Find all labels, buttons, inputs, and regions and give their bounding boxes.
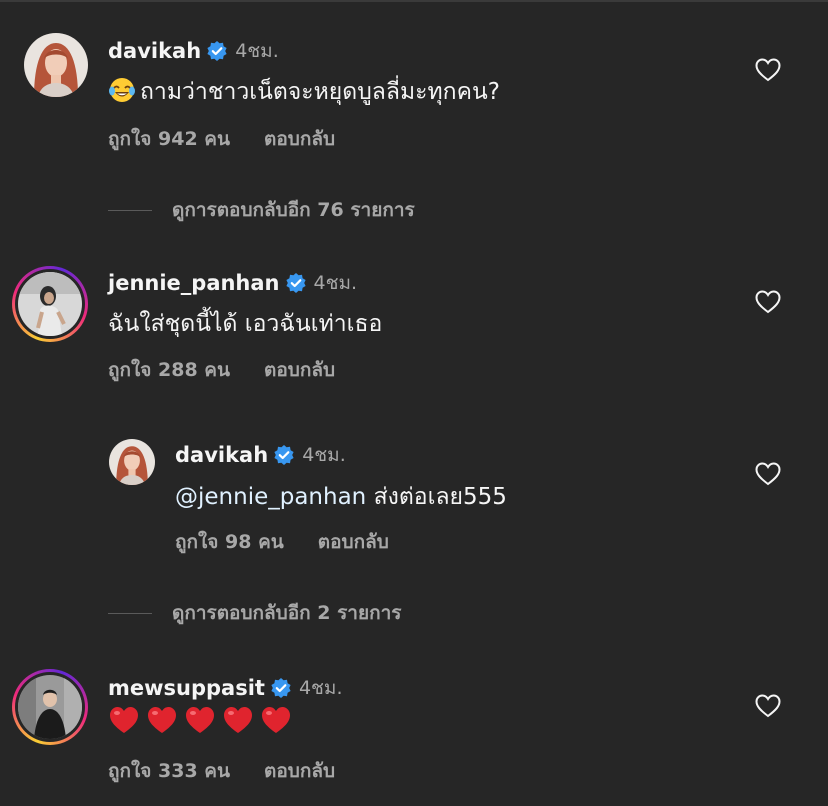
comment-text-body: ถามว่าชาวเน็ตจะหยุดบูลลี่มะทุกคน? [140,79,500,105]
verified-badge-icon [207,41,227,61]
timestamp: 4ชม. [302,444,346,466]
reply-button[interactable]: ตอบกลับ [264,124,335,154]
heart-icon[interactable] [755,462,781,486]
username[interactable]: davikah [175,443,268,467]
red-heart-emoji-icon [224,707,252,733]
avatar [18,675,82,739]
reply-button[interactable]: ตอบกลับ [264,756,335,786]
like-count[interactable]: ถูกใจ 333 คน [108,756,230,786]
top-divider [0,0,828,2]
laughing-tears-emoji-icon [109,78,135,102]
username[interactable]: jennie_panhan [108,271,280,295]
view-replies-label: ดูการตอบกลับอีก 2 รายการ [172,602,402,624]
reply-button[interactable]: ตอบกลับ [264,355,335,385]
timestamp: 4ชม. [313,272,358,294]
comment-text-body: ส่งต่อเลย555 [366,484,507,510]
timestamp: 4ชม. [298,677,343,699]
like-count[interactable]: ถูกใจ 942 คน [108,124,230,154]
username[interactable]: davikah [108,39,201,63]
red-heart-emoji-icon [110,707,138,733]
verified-badge-icon [271,678,291,698]
verified-badge-icon [285,273,306,293]
red-heart-emoji-icon [148,707,176,733]
comment-text: ฉันใส่ชุดนี้ได้ เอวฉันเท่าเธอ [108,311,383,337]
verified-badge-icon [274,445,294,465]
comment-text: @jennie_panhan ส่งต่อเลย555 [175,479,507,515]
comment-text: ถามว่าชาวเน็ตจะหยุดบูลลี่มะทุกคน? [108,74,500,110]
view-replies-button[interactable]: ดูการตอบกลับอีก 2 รายการ [108,598,401,628]
avatar[interactable] [24,33,88,97]
heart-icon[interactable] [755,290,781,314]
avatar [18,272,82,336]
divider-line [108,209,152,211]
heart-icon[interactable] [755,58,781,82]
timestamp: 4ชม. [235,40,279,62]
comment-text-hearts [108,705,292,735]
story-ring-avatar[interactable] [12,266,88,342]
like-count[interactable]: ถูกใจ 288 คน [108,355,230,385]
mention-link[interactable]: @jennie_panhan [175,484,366,510]
view-replies-label: ดูการตอบกลับอีก 76 รายการ [172,199,415,221]
username[interactable]: mewsuppasit [108,676,265,700]
red-heart-emoji-icon [262,707,290,733]
like-count[interactable]: ถูกใจ 98 คน [175,527,284,557]
reply-button[interactable]: ตอบกลับ [318,527,389,557]
divider-line [108,612,152,614]
avatar[interactable] [109,439,155,485]
red-heart-emoji-icon [186,707,214,733]
heart-icon[interactable] [755,694,781,718]
story-ring-avatar[interactable] [12,669,88,745]
view-replies-button[interactable]: ดูการตอบกลับอีก 76 รายการ [108,195,415,225]
